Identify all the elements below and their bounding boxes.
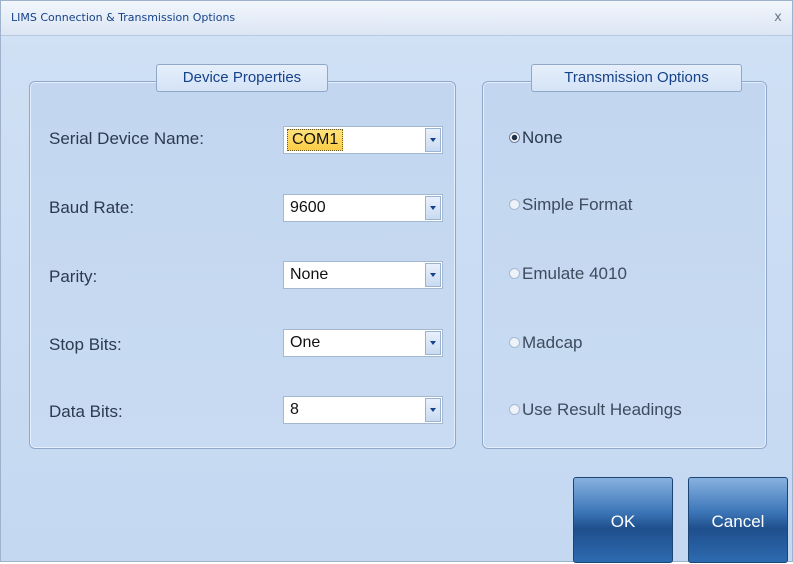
data-bits-select[interactable]: 8 bbox=[283, 396, 443, 424]
radio-button-icon bbox=[509, 337, 520, 348]
radio-simple-format-label: Simple Format bbox=[522, 195, 633, 214]
stop-bits-value: One bbox=[290, 334, 321, 351]
chevron-down-icon bbox=[430, 138, 436, 142]
stop-bits-dropdown-button[interactable] bbox=[425, 331, 441, 355]
radio-use-result-headings-label: Use Result Headings bbox=[522, 400, 682, 419]
parity-label: Parity: bbox=[49, 267, 98, 286]
serial-device-name-select[interactable]: COM1 bbox=[283, 126, 443, 154]
data-bits-value: 8 bbox=[290, 401, 299, 418]
serial-device-dropdown-button[interactable] bbox=[425, 128, 441, 152]
ok-button[interactable]: OK bbox=[573, 477, 673, 563]
serial-device-name-label: Serial Device Name: bbox=[49, 129, 204, 148]
cancel-button[interactable]: Cancel bbox=[688, 477, 788, 563]
title-bar: LIMS Connection & Transmission Options x bbox=[1, 1, 792, 36]
radio-madcap-label: Madcap bbox=[522, 333, 583, 352]
transmission-options-legend: Transmission Options bbox=[531, 64, 742, 92]
parity-value: None bbox=[290, 266, 329, 283]
cancel-button-label: Cancel bbox=[711, 512, 765, 531]
device-properties-legend: Device Properties bbox=[156, 64, 328, 92]
baud-rate-label: Baud Rate: bbox=[49, 198, 135, 217]
radio-button-icon bbox=[509, 404, 520, 415]
baud-rate-select[interactable]: 9600 bbox=[283, 194, 443, 222]
stop-bits-select[interactable]: One bbox=[283, 329, 443, 357]
dialog-title: LIMS Connection & Transmission Options bbox=[11, 11, 236, 24]
baud-rate-dropdown-button[interactable] bbox=[425, 196, 441, 220]
close-icon[interactable]: x bbox=[770, 10, 786, 26]
lims-options-dialog: LIMS Connection & Transmission Options x… bbox=[0, 0, 793, 563]
chevron-down-icon bbox=[430, 206, 436, 210]
chevron-down-icon bbox=[430, 408, 436, 412]
radio-button-icon bbox=[509, 268, 520, 279]
ok-button-label: OK bbox=[610, 512, 636, 531]
serial-device-name-value: COM1 bbox=[287, 129, 344, 151]
radio-button-icon bbox=[509, 132, 520, 143]
parity-dropdown-button[interactable] bbox=[425, 263, 441, 287]
chevron-down-icon bbox=[430, 341, 436, 345]
radio-none-label: None bbox=[522, 128, 563, 147]
chevron-down-icon bbox=[430, 273, 436, 277]
parity-select[interactable]: None bbox=[283, 261, 443, 289]
baud-rate-value: 9600 bbox=[290, 199, 326, 216]
radio-emulate-4010-label: Emulate 4010 bbox=[522, 264, 627, 283]
data-bits-label: Data Bits: bbox=[49, 402, 123, 421]
data-bits-dropdown-button[interactable] bbox=[425, 398, 441, 422]
radio-button-icon bbox=[509, 199, 520, 210]
stop-bits-label: Stop Bits: bbox=[49, 335, 122, 354]
